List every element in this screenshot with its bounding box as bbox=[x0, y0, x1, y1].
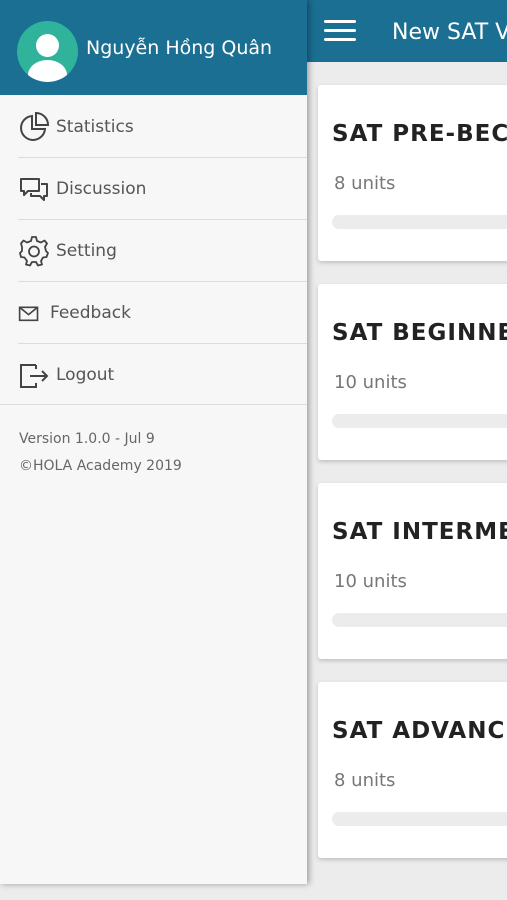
course-units: 8 units bbox=[334, 173, 396, 194]
drawer-header: Nguyễn Hồng Quân bbox=[0, 0, 307, 95]
version-text: Version 1.0.0 - Jul 9 bbox=[19, 431, 155, 447]
menu-item-feedback[interactable]: Feedback bbox=[18, 282, 307, 344]
navigation-drawer: Nguyễn Hồng Quân Statistics Discussion S… bbox=[0, 0, 307, 884]
menu-item-statistics[interactable]: Statistics bbox=[18, 96, 307, 158]
course-card[interactable]: SAT INTERME 10 units bbox=[318, 483, 507, 659]
hamburger-icon[interactable] bbox=[324, 20, 356, 44]
chat-bubbles-icon bbox=[20, 178, 48, 201]
logout-icon bbox=[20, 364, 49, 388]
course-title: SAT PRE-BEC bbox=[332, 121, 507, 147]
course-units: 8 units bbox=[334, 770, 396, 791]
menu-item-discussion[interactable]: Discussion bbox=[18, 158, 307, 220]
course-card[interactable]: SAT ADVANC 8 units bbox=[318, 682, 507, 858]
course-progress-bar bbox=[332, 215, 507, 229]
user-name: Nguyễn Hồng Quân bbox=[86, 37, 273, 59]
menu-item-logout[interactable]: Logout bbox=[18, 344, 307, 406]
course-progress-bar bbox=[332, 613, 507, 627]
user-avatar-icon[interactable] bbox=[17, 21, 78, 82]
menu-label: Setting bbox=[56, 241, 117, 261]
menu-item-setting[interactable]: Setting bbox=[18, 220, 307, 282]
app-title: New SAT V bbox=[392, 20, 507, 45]
gear-icon bbox=[19, 236, 49, 267]
divider bbox=[0, 404, 307, 405]
pie-chart-icon bbox=[20, 111, 50, 141]
menu-label: Logout bbox=[56, 365, 115, 385]
course-title: SAT ADVANC bbox=[332, 718, 506, 744]
course-units: 10 units bbox=[334, 571, 407, 592]
course-progress-bar bbox=[332, 414, 507, 428]
course-title: SAT INTERME bbox=[332, 519, 507, 545]
course-progress-bar bbox=[332, 812, 507, 826]
course-card[interactable]: SAT PRE-BEC 8 units bbox=[318, 85, 507, 261]
drawer-footer: Version 1.0.0 - Jul 9 ©HOLA Academy 2019 bbox=[19, 426, 182, 480]
menu-label: Statistics bbox=[56, 117, 134, 137]
menu-label: Feedback bbox=[50, 303, 131, 323]
course-title: SAT BEGINNE bbox=[332, 320, 507, 346]
envelope-icon bbox=[18, 306, 39, 322]
copyright-text: ©HOLA Academy 2019 bbox=[19, 458, 182, 474]
course-units: 10 units bbox=[334, 372, 407, 393]
drawer-menu: Statistics Discussion Setting Feedback L… bbox=[0, 96, 307, 406]
menu-label: Discussion bbox=[56, 179, 147, 199]
course-card[interactable]: SAT BEGINNE 10 units bbox=[318, 284, 507, 460]
